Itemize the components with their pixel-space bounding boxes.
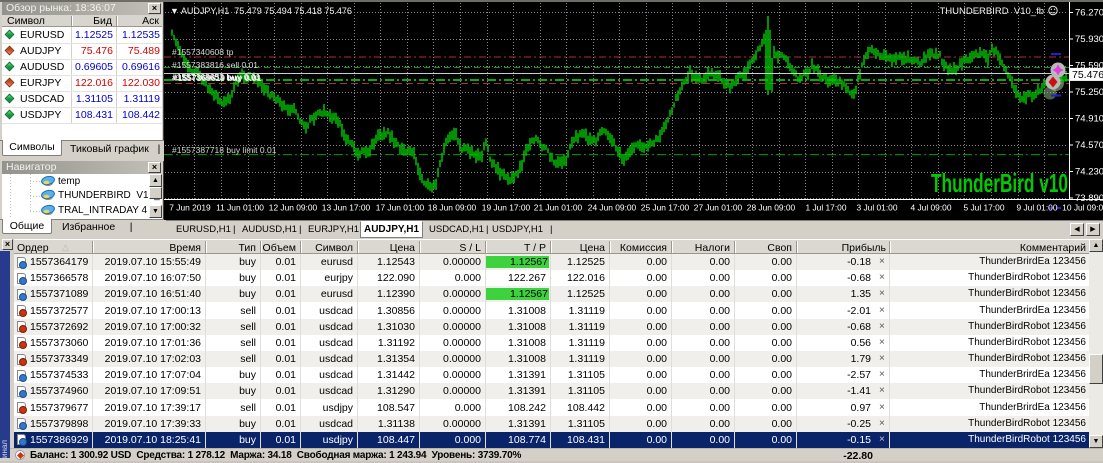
svg-text:THUNDERBIRD V10_fb: THUNDERBIRD V10_fb [939,6,1044,17]
svg-text:3 Jul 01:00: 3 Jul 01:00 [857,203,898,213]
svg-text:10 Jul 09:00: 10 Jul 09:00 [1062,203,1103,213]
svg-text:18 Jun 09:00: 18 Jun 09:00 [428,203,477,213]
svg-text:76.270: 76.270 [1075,8,1103,19]
svg-text:9 Jul 01:00: 9 Jul 01:00 [1017,203,1058,213]
svg-text:4 Jul 09:00: 4 Jul 09:00 [911,203,952,213]
svg-text:21 Jun 01:00: 21 Jun 01:00 [534,203,583,213]
svg-text:74.910: 74.910 [1075,114,1103,125]
svg-text:24 Jun 09:00: 24 Jun 09:00 [588,203,637,213]
svg-text:ThunderBird v10: ThunderBird v10 [931,168,1068,198]
svg-text:25 Jun 17:00: 25 Jun 17:00 [641,203,690,213]
svg-text:7 Jun 2019: 7 Jun 2019 [169,203,211,213]
svg-text:19 Jun 17:00: 19 Jun 17:00 [482,203,531,213]
svg-text:74.230: 74.230 [1075,167,1103,178]
svg-text:#1557383816 sell 0.01: #1557383816 sell 0.01 [172,60,258,70]
svg-text:#1557340608 tp: #1557340608 tp [172,47,234,57]
svg-text:75.250: 75.250 [1075,87,1103,98]
svg-text:13 Jun 17:00: 13 Jun 17:00 [322,203,371,213]
svg-text:27 Jun 01:00: 27 Jun 01:00 [694,203,743,213]
svg-text:#1557369619 buy 0.01: #1557369619 buy 0.01 [173,73,262,83]
svg-text:▼ AUDJPY,H1 75.479 75.494 75.: ▼ AUDJPY,H1 75.479 75.494 75.418 75.476 [170,6,352,16]
svg-text:28 Jun 09:00: 28 Jun 09:00 [747,203,796,213]
svg-text:1 Jul 17:00: 1 Jul 17:00 [806,203,847,213]
svg-text:#1557387718 buy limit 0.01: #1557387718 buy limit 0.01 [172,145,277,155]
svg-text:74.570: 74.570 [1075,140,1103,151]
svg-text:75.476: 75.476 [1072,69,1103,81]
svg-text:11 Jun 01:00: 11 Jun 01:00 [216,203,264,213]
svg-text:12 Jun 09:00: 12 Jun 09:00 [269,203,318,213]
svg-text:5 Jul 17:00: 5 Jul 17:00 [964,203,1005,213]
svg-text:75.930: 75.930 [1075,34,1103,45]
svg-text:17 Jun 01:00: 17 Jun 01:00 [376,203,425,213]
